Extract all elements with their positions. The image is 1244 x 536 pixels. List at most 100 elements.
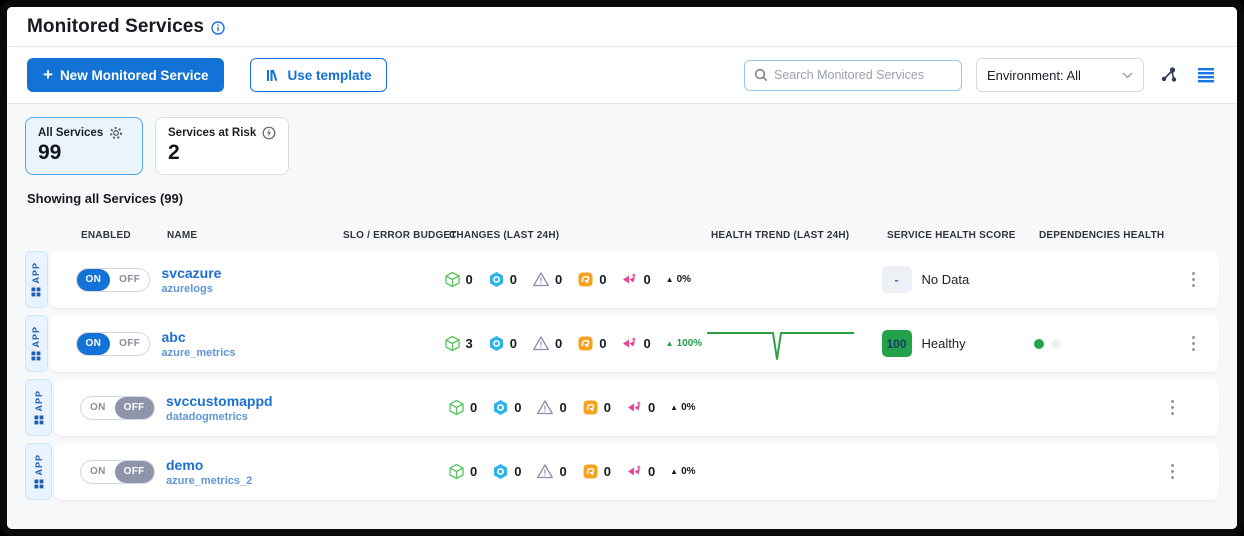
- delta-value: 0%: [681, 466, 695, 477]
- health-trend-cell: [706, 324, 882, 364]
- delta-arrow-icon: ▲: [670, 403, 678, 412]
- deploy-cube-icon: [444, 335, 461, 352]
- content-area: All Services 99 Services at Risk 2: [7, 104, 1237, 529]
- table-row: APP ON OFF abc azure_metrics: [25, 315, 1219, 372]
- changes-cell: 0 0 0: [444, 271, 706, 288]
- service-subtitle: azure_metrics: [162, 347, 338, 359]
- delta-arrow-icon: ▲: [670, 467, 678, 476]
- enabled-toggle[interactable]: ON OFF: [76, 268, 151, 292]
- row-menu-button[interactable]: [1167, 396, 1179, 420]
- col-health-score: SERVICE HEALTH SCORE: [887, 230, 1039, 241]
- warning-triangle-icon: [536, 463, 554, 480]
- hexagon-badge-icon: [492, 463, 509, 480]
- app-grid-icon: [31, 351, 41, 361]
- kebab-dot: [1171, 476, 1175, 480]
- configs-count: 0: [514, 400, 521, 415]
- row-menu-button[interactable]: [1188, 332, 1200, 356]
- incidents-count: 0: [599, 336, 606, 351]
- deploys-change: 0: [448, 399, 477, 416]
- service-row-card: ON OFF svcazure azurelogs 0: [50, 251, 1220, 308]
- table-row: APP ON OFF svccustomappd datadogmetrics: [25, 379, 1219, 436]
- enabled-toggle[interactable]: ON OFF: [80, 460, 155, 484]
- enabled-toggle[interactable]: ON OFF: [80, 396, 155, 420]
- environment-filter[interactable]: Environment: All: [976, 58, 1144, 92]
- services-at-risk-card[interactable]: Services at Risk 2: [155, 117, 289, 175]
- service-name-link[interactable]: demo: [166, 457, 342, 473]
- health-score-badge: -: [882, 266, 912, 293]
- use-template-button[interactable]: Use template: [250, 58, 386, 92]
- list-view-button[interactable]: [1195, 65, 1217, 85]
- toggle-off-label: OFF: [110, 333, 149, 355]
- name-cell: demo azure_metrics_2: [166, 457, 342, 487]
- service-type-tab: APP: [25, 315, 48, 372]
- chevron-down-icon: [1122, 72, 1133, 79]
- alerts-change: 0: [532, 271, 562, 288]
- service-name-link[interactable]: svcazure: [162, 265, 338, 281]
- app-grid-icon: [34, 479, 44, 489]
- topology-view-button[interactable]: [1158, 64, 1181, 86]
- events-change: 0: [626, 463, 655, 480]
- toolbar: + New Monitored Service Use template Env…: [7, 47, 1237, 104]
- search-input[interactable]: [774, 68, 952, 82]
- kebab-dot: [1192, 284, 1196, 288]
- new-monitored-service-button[interactable]: + New Monitored Service: [27, 58, 224, 92]
- configs-change: 0: [488, 271, 517, 288]
- row-menu-button[interactable]: [1188, 268, 1200, 292]
- change-delta: ▲ 0%: [666, 274, 691, 285]
- deploys-count: 0: [466, 272, 473, 287]
- events-count: 0: [643, 336, 650, 351]
- warning-triangle-icon: [536, 399, 554, 416]
- service-name-link[interactable]: abc: [162, 329, 338, 345]
- app-grid-icon: [31, 287, 41, 297]
- service-type-label: APP: [34, 390, 44, 412]
- col-enabled: ENABLED: [81, 230, 167, 241]
- toggle-off-label: OFF: [115, 397, 154, 419]
- col-name: NAME: [167, 230, 343, 241]
- dependency-health-dot: [1051, 339, 1061, 349]
- service-name-link[interactable]: svccustomappd: [166, 393, 342, 409]
- kebab-dot: [1171, 400, 1175, 404]
- deploys-count: 0: [470, 400, 477, 415]
- deploys-change: 0: [448, 463, 477, 480]
- deploys-change: 0: [444, 271, 473, 288]
- page-header: Monitored Services: [7, 7, 1237, 47]
- name-cell: svcazure azurelogs: [162, 265, 338, 295]
- incidents-count: 0: [604, 400, 611, 415]
- change-delta: ▲ 0%: [670, 402, 695, 413]
- deploys-count: 3: [466, 336, 473, 351]
- health-score-cell: - No Data: [882, 266, 1034, 293]
- info-icon[interactable]: [211, 21, 225, 35]
- health-score-label: No Data: [922, 272, 970, 287]
- service-row-card: ON OFF svccustomappd datadogmetrics 0: [54, 379, 1219, 436]
- alerts-count: 0: [559, 400, 566, 415]
- changes-cell: 3 0 0: [444, 335, 706, 352]
- kebab-dot: [1192, 336, 1196, 340]
- row-menu-button[interactable]: [1167, 460, 1179, 484]
- services-table: APP ON OFF svcazure azurelogs: [25, 251, 1219, 500]
- search-box: [744, 60, 962, 91]
- change-delta: ▲ 100%: [666, 338, 703, 349]
- enabled-toggle[interactable]: ON OFF: [76, 332, 151, 356]
- toggle-off-label: OFF: [110, 269, 149, 291]
- incidents-change: 0: [582, 463, 611, 480]
- name-cell: svccustomappd datadogmetrics: [166, 393, 342, 423]
- showing-summary: Showing all Services (99): [27, 191, 1217, 206]
- all-services-card[interactable]: All Services 99: [25, 117, 143, 175]
- kebab-dot: [1171, 464, 1175, 468]
- toggle-on-label: ON: [77, 269, 111, 291]
- service-subtitle: azure_metrics_2: [166, 475, 342, 487]
- table-row: APP ON OFF demo azure_metrics_2: [25, 443, 1219, 500]
- health-score-label: Healthy: [922, 336, 966, 351]
- all-services-label: All Services: [38, 127, 103, 139]
- alerts-count: 0: [559, 464, 566, 479]
- delta-value: 0%: [681, 402, 695, 413]
- incidents-change: 0: [577, 335, 606, 352]
- alerts-count: 0: [555, 336, 562, 351]
- kebab-dot: [1192, 272, 1196, 276]
- delta-value: 100%: [677, 338, 703, 349]
- events-change: 0: [621, 335, 650, 352]
- incident-app-icon: [577, 335, 594, 352]
- col-dependencies: DEPENDENCIES HEALTH: [1039, 230, 1193, 241]
- summary-cards: All Services 99 Services at Risk 2: [25, 117, 1219, 175]
- incident-app-icon: [582, 463, 599, 480]
